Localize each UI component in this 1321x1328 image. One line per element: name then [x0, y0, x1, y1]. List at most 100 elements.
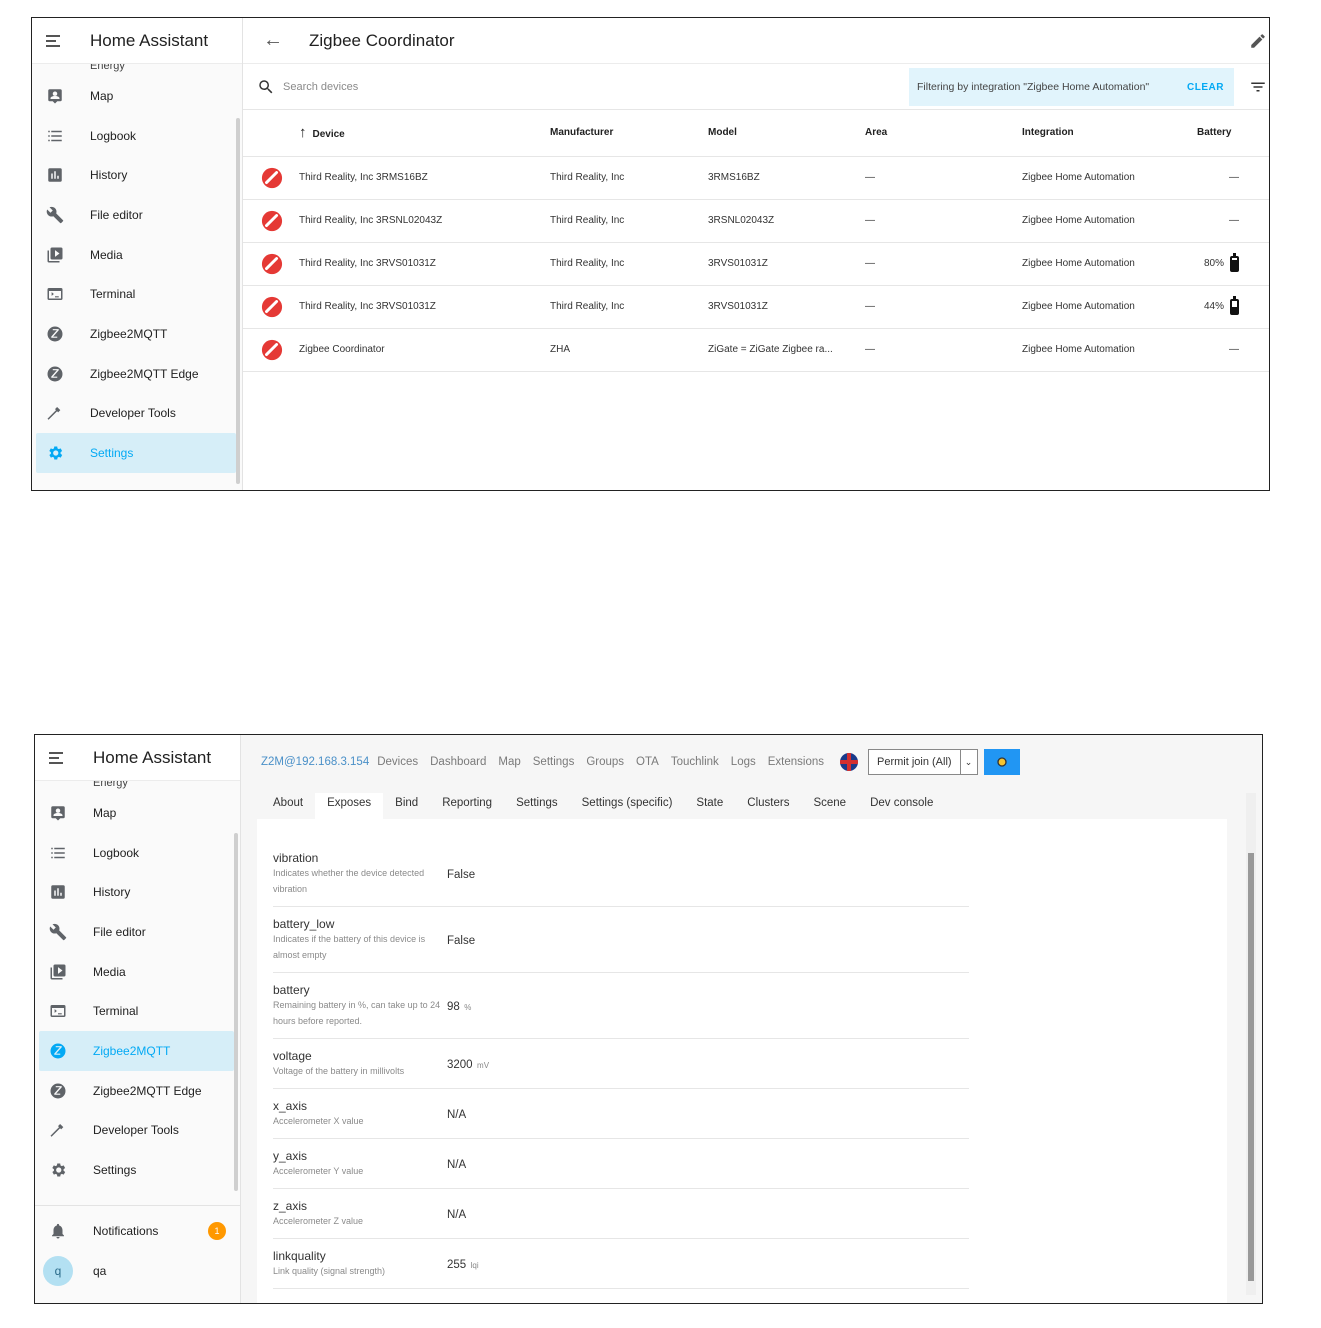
sidebar-item-zigbee2mqtt-edge[interactable]: Zigbee2MQTT Edge [32, 354, 242, 394]
expose-value: 255 [447, 1258, 467, 1271]
sidebar-item-user[interactable]: q qa [35, 1250, 240, 1292]
sidebar-item-zigbee2mqtt-edge[interactable]: Zigbee2MQTT Edge [35, 1071, 240, 1111]
filter-chip-text: Filtering by integration "Zigbee Home Au… [917, 81, 1150, 93]
notifications-badge: 1 [208, 1222, 226, 1240]
sidebar-item-energy[interactable]: Energy [32, 64, 242, 76]
expose-name: linkquality [273, 1248, 326, 1263]
sidebar-item-zigbee2mqtt[interactable]: Zigbee2MQTT [32, 314, 242, 354]
tab-exposes[interactable]: Exposes [315, 793, 384, 819]
pencil-icon[interactable] [1249, 32, 1267, 50]
tab-scene[interactable]: Scene [801, 797, 858, 819]
cell-device: Third Reality, Inc 3RVS01031Z [299, 285, 550, 329]
tab-state[interactable]: State [684, 797, 735, 819]
nav-link-groups[interactable]: Groups [586, 756, 624, 768]
sidebar-item-terminal[interactable]: Terminal [32, 274, 242, 314]
sidebar-item-map[interactable]: Map [32, 76, 242, 116]
bell-icon [49, 1222, 67, 1240]
menu-icon[interactable] [49, 751, 67, 765]
nav-link-settings[interactable]: Settings [533, 756, 575, 768]
tab-about[interactable]: About [261, 797, 315, 819]
clear-filter-button[interactable]: CLEAR [1187, 82, 1224, 93]
sidebar-item-label: Media [93, 964, 126, 979]
gear-icon [49, 1161, 67, 1179]
table-row[interactable]: Third Reality, Inc 3RVS01031Z Third Reali… [243, 285, 1269, 329]
table-row[interactable]: Zigbee Coordinator ZHA ZiGate = ZiGate Zig… [243, 328, 1269, 372]
search-icon [259, 79, 273, 93]
chevron-down-icon[interactable]: ⌄ [961, 757, 977, 768]
search-input[interactable]: Search devices [283, 81, 358, 93]
expose-help: Link quality (signal strength) [273, 1265, 386, 1276]
sidebar-scrollbar[interactable] [236, 118, 240, 484]
column-battery[interactable]: Battery [1197, 110, 1269, 157]
zha-icon [261, 253, 283, 274]
sidebar-item-map[interactable]: Map [35, 793, 240, 833]
tab-dev-console[interactable]: Dev console [858, 797, 945, 819]
column-area[interactable]: Area [865, 110, 1022, 157]
column-integration[interactable]: Integration [1022, 110, 1197, 157]
tab-settings-specific-[interactable]: Settings (specific) [570, 797, 685, 819]
sidebar-item-media[interactable]: Media [32, 235, 242, 275]
expose-name: vibration [273, 850, 319, 865]
expose-value: False [447, 934, 476, 947]
table-row[interactable]: Third Reality, Inc 3RVS01031Z Third Reali… [243, 242, 1269, 286]
sidebar-item-media[interactable]: Media [35, 952, 240, 992]
permit-join-button[interactable]: Permit join (All) ⌄ [868, 749, 978, 775]
battery-indicator: 80% [1204, 252, 1239, 272]
column-manufacturer[interactable]: Manufacturer [550, 110, 708, 157]
sidebar-item-terminal[interactable]: Terminal [35, 991, 240, 1031]
sidebar-scrollbar[interactable] [234, 833, 238, 1191]
nav-link-dashboard[interactable]: Dashboard [430, 756, 486, 768]
table-row[interactable]: Third Reality, Inc 3RSNL02043Z Third Real… [243, 199, 1269, 243]
menu-icon[interactable] [46, 34, 64, 48]
sidebar-item-history[interactable]: History [32, 155, 242, 195]
sun-icon [996, 757, 1007, 767]
tab-bind[interactable]: Bind [383, 797, 430, 819]
zigbee-icon [49, 1082, 67, 1100]
sidebar-item-developer-tools[interactable]: Developer Tools [35, 1111, 240, 1151]
cell-battery: 80% [1197, 242, 1269, 286]
table-row[interactable]: Third Reality, Inc 3RMS16BZ Third Reality… [243, 156, 1269, 200]
back-arrow-icon[interactable]: ← [263, 29, 283, 52]
sort-arrow-icon[interactable]: ↑ [299, 124, 307, 141]
sidebar-item-logbook[interactable]: Logbook [32, 116, 242, 156]
nav-link-touchlink[interactable]: Touchlink [671, 756, 719, 768]
sidebar-item-zigbee2mqtt[interactable]: Zigbee2MQTT [39, 1031, 234, 1071]
expose-value: 3200 [447, 1058, 473, 1071]
nav-link-extensions[interactable]: Extensions [768, 756, 824, 768]
avatar: q [43, 1256, 73, 1286]
z2m-navbar: Z2M@192.168.3.154 Devices Dashboard Map Set… [241, 735, 1262, 789]
column-model[interactable]: Model [708, 110, 865, 157]
sidebar-item-settings[interactable]: Settings [36, 433, 236, 473]
nav-link-devices[interactable]: Devices [377, 756, 418, 768]
main-content: ← Zigbee Coordinator Search devices Filt… [243, 18, 1269, 490]
cell-manufacturer: Third Reality, Inc [550, 156, 708, 200]
sidebar-item-label: Map [90, 88, 114, 103]
sidebar-item-file-editor[interactable]: File editor [35, 912, 240, 952]
column-device[interactable]: ↑ Device [299, 110, 550, 157]
sidebar-item-logbook[interactable]: Logbook [35, 833, 240, 873]
zha-icon [261, 296, 283, 317]
cell-device: Third Reality, Inc 3RMS16BZ [299, 156, 550, 200]
scrollbar-thumb[interactable] [1248, 853, 1254, 1281]
z2m-brand-link[interactable]: Z2M@192.168.3.154 [261, 756, 369, 768]
battery-value: — [1229, 344, 1239, 355]
cell-battery: — [1197, 156, 1269, 200]
cell-area: — [865, 242, 1022, 286]
sidebar-item-file-editor[interactable]: File editor [32, 195, 242, 235]
sidebar-item-settings[interactable]: Settings [35, 1150, 240, 1190]
nav-link-map[interactable]: Map [498, 756, 520, 768]
sidebar-item-notifications[interactable]: Notifications 1 [35, 1212, 240, 1250]
filter-icon[interactable] [1249, 78, 1267, 96]
sidebar-item-energy[interactable]: Energy [35, 781, 240, 793]
page-scrollbar[interactable] [1246, 793, 1256, 1295]
tab-clusters[interactable]: Clusters [735, 797, 801, 819]
tab-settings[interactable]: Settings [504, 797, 570, 819]
battery-icon [1230, 295, 1239, 315]
theme-toggle-button[interactable] [983, 749, 1020, 775]
nav-link-logs[interactable]: Logs [731, 756, 756, 768]
sidebar-item-developer-tools[interactable]: Developer Tools [32, 394, 242, 434]
tab-reporting[interactable]: Reporting [430, 797, 504, 819]
sidebar-item-history[interactable]: History [35, 872, 240, 912]
language-flag-icon[interactable] [840, 753, 858, 771]
nav-link-ota[interactable]: OTA [636, 756, 659, 768]
